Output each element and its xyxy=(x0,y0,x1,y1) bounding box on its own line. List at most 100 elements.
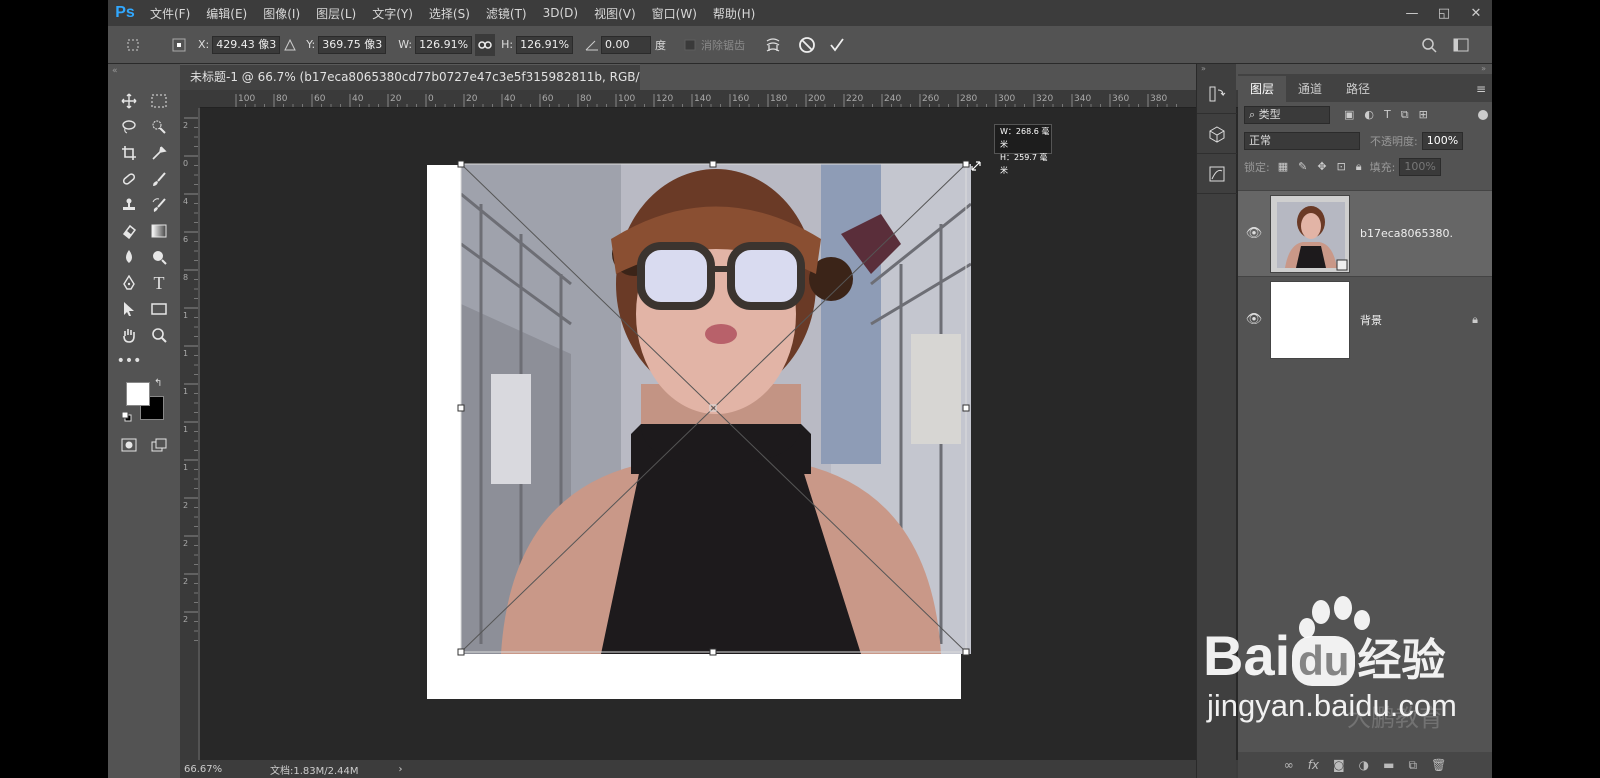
paths-panel-icon[interactable] xyxy=(1197,154,1237,194)
visibility-eye-icon[interactable]: 👁︎ xyxy=(1238,226,1270,241)
lock-artboard-icon[interactable]: ⊡ xyxy=(1337,160,1346,174)
menu-image[interactable]: 图像(I) xyxy=(255,5,308,22)
lock-position-icon[interactable]: ✥ xyxy=(1317,160,1326,174)
3d-panel-icon[interactable] xyxy=(1197,114,1237,154)
filter-toggle[interactable] xyxy=(1478,110,1488,120)
handle-bottom-left[interactable] xyxy=(457,648,465,656)
dock-collapse-icon[interactable]: » xyxy=(1197,64,1236,74)
document-tab[interactable]: 未标题-1 @ 66.7% (b17eca8065380cd77b0727e47… xyxy=(180,64,640,90)
opacity-field[interactable]: 100% xyxy=(1421,132,1464,150)
handle-top[interactable] xyxy=(709,160,717,168)
y-position-field[interactable]: 369.75 像3 xyxy=(318,35,387,54)
type-tool-icon[interactable]: T xyxy=(144,270,174,296)
panel-collapse-icon[interactable]: » xyxy=(1481,64,1486,73)
menu-select[interactable]: 选择(S) xyxy=(421,5,478,22)
filter-type-icon[interactable]: T xyxy=(1384,108,1391,122)
filter-kind-select[interactable]: ⌕ 类型 xyxy=(1244,106,1330,124)
tab-channels[interactable]: 通道 xyxy=(1286,76,1334,102)
layer-lock-icon[interactable]: 🔒︎ xyxy=(1472,313,1478,327)
history-brush-tool-icon[interactable] xyxy=(144,192,174,218)
clone-stamp-tool-icon[interactable] xyxy=(114,192,144,218)
new-layer-icon[interactable]: ⧉ xyxy=(1409,758,1418,773)
history-panel-icon[interactable] xyxy=(1197,74,1237,114)
tab-layers[interactable]: 图层 xyxy=(1238,76,1287,102)
group-icon[interactable]: ▬ xyxy=(1383,758,1394,772)
foreground-color-overlay[interactable] xyxy=(126,382,150,406)
layer-name[interactable]: b17eca8065380... xyxy=(1360,227,1452,240)
menu-3d[interactable]: 3D(D) xyxy=(535,6,586,20)
layer-name[interactable]: 背景 xyxy=(1360,312,1452,328)
search-icon[interactable] xyxy=(1418,34,1440,56)
rotate-angle-field[interactable]: 0.00 xyxy=(601,35,652,54)
link-icon[interactable]: ∞ xyxy=(1284,758,1294,772)
transform-tool-icon[interactable] xyxy=(122,34,144,56)
reference-point-icon[interactable] xyxy=(168,34,190,56)
move-tool-icon[interactable] xyxy=(114,88,144,114)
layer-thumbnail[interactable] xyxy=(1270,194,1350,273)
handle-left[interactable] xyxy=(457,404,465,412)
menu-edit[interactable]: 编辑(E) xyxy=(198,5,255,22)
canvas-area[interactable] xyxy=(200,108,1280,760)
path-selection-tool-icon[interactable] xyxy=(114,296,144,322)
menu-file[interactable]: 文件(F) xyxy=(142,5,198,22)
fill-field[interactable]: 100% xyxy=(1399,158,1441,176)
menu-view[interactable]: 视图(V) xyxy=(586,5,644,22)
status-menu-arrow[interactable]: › xyxy=(399,764,403,775)
quick-select-tool-icon[interactable] xyxy=(144,114,174,140)
menu-window[interactable]: 窗口(W) xyxy=(644,5,705,22)
transform-box[interactable] xyxy=(200,108,1280,760)
trash-icon[interactable]: 🗑︎ xyxy=(1431,758,1446,772)
layer-thumbnail[interactable] xyxy=(1270,280,1350,359)
filter-adjustment-icon[interactable]: ◐ xyxy=(1364,108,1374,122)
x-position-field[interactable]: 429.43 像3 xyxy=(212,35,281,54)
handle-bottom[interactable] xyxy=(709,648,717,656)
delta-icon[interactable] xyxy=(282,34,298,56)
more-tools-icon[interactable]: ••• xyxy=(114,348,144,374)
checkmark-icon[interactable] xyxy=(826,34,848,56)
warp-icon[interactable] xyxy=(762,34,784,56)
adjustment-icon[interactable]: ◑ xyxy=(1359,758,1369,772)
lock-transparent-icon[interactable]: ▦ xyxy=(1278,160,1288,174)
blend-mode-select[interactable]: 正常 xyxy=(1244,132,1360,150)
brush-tool-icon[interactable] xyxy=(144,166,174,192)
height-field[interactable]: 126.91% xyxy=(516,35,574,54)
close-button[interactable]: ✕ xyxy=(1460,0,1492,26)
default-colors-icon[interactable] xyxy=(121,411,132,422)
marquee-tool-icon[interactable] xyxy=(144,88,174,114)
lock-image-icon[interactable]: ✎ xyxy=(1298,160,1307,174)
mask-icon[interactable]: ◙ xyxy=(1333,758,1345,772)
rectangle-tool-icon[interactable] xyxy=(144,296,174,322)
panel-menu-icon[interactable]: ≡ xyxy=(1476,76,1486,102)
swap-colors-icon[interactable]: ↰ xyxy=(154,378,162,389)
eyedropper-tool-icon[interactable] xyxy=(144,140,174,166)
hand-tool-icon[interactable] xyxy=(114,322,144,348)
cancel-icon[interactable] xyxy=(796,34,818,56)
zoom-level[interactable]: 66.67% xyxy=(184,764,254,775)
restore-button[interactable]: ◱ xyxy=(1428,0,1460,26)
fx-icon[interactable]: fx xyxy=(1308,758,1319,772)
filter-shape-icon[interactable]: ⧉ xyxy=(1401,108,1409,122)
handle-top-left[interactable] xyxy=(457,160,465,168)
lock-all-icon[interactable]: 🔒︎ xyxy=(1356,160,1362,174)
width-field[interactable]: 126.91% xyxy=(415,35,473,54)
screen-mode-icon[interactable] xyxy=(144,432,174,458)
blur-tool-icon[interactable] xyxy=(114,244,144,270)
tab-paths[interactable]: 路径 xyxy=(1334,76,1382,102)
quick-mask-icon[interactable] xyxy=(114,432,144,458)
antialias-checkbox-icon[interactable] xyxy=(683,34,697,56)
menu-filter[interactable]: 滤镜(T) xyxy=(478,5,535,22)
filter-pixel-icon[interactable]: ▣ xyxy=(1344,108,1354,122)
minimize-button[interactable]: — xyxy=(1396,0,1428,26)
handle-bottom-right[interactable] xyxy=(962,648,970,656)
lasso-tool-icon[interactable] xyxy=(114,114,144,140)
layer-row-background[interactable]: 👁︎ 背景 🔒︎ xyxy=(1238,276,1492,362)
workspace-icon[interactable] xyxy=(1450,34,1472,56)
dodge-tool-icon[interactable] xyxy=(144,244,174,270)
filter-smart-object-icon[interactable]: ⊞ xyxy=(1419,108,1428,122)
handle-right[interactable] xyxy=(962,404,970,412)
layer-row-smart-object[interactable]: 👁︎ b17eca8065380... xyxy=(1238,190,1492,276)
chain-link-icon[interactable] xyxy=(475,33,496,56)
menu-type[interactable]: 文字(Y) xyxy=(364,5,421,22)
eraser-tool-icon[interactable] xyxy=(114,218,144,244)
menu-help[interactable]: 帮助(H) xyxy=(705,5,763,22)
